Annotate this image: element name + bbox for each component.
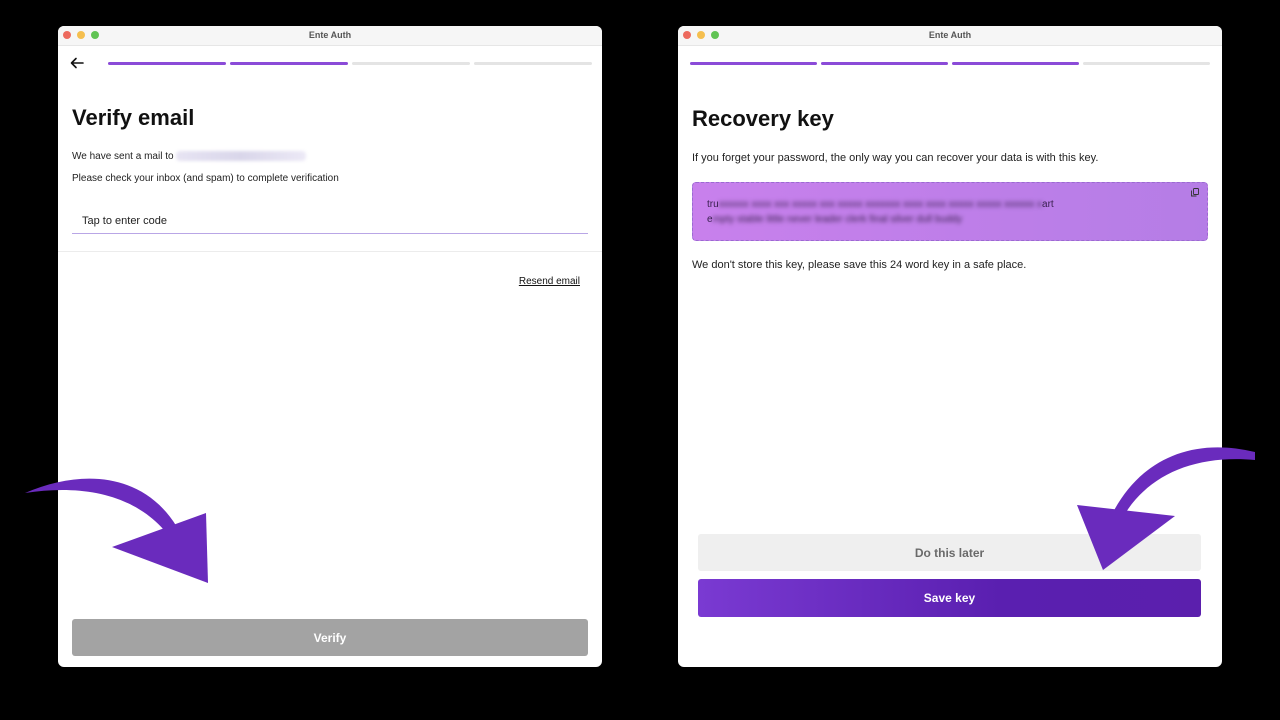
redacted-key-words-2: mpty stable little never leader clerk fi…	[712, 214, 963, 225]
sent-message: We have sent a mail to	[72, 151, 306, 162]
copy-icon[interactable]	[1191, 188, 1199, 197]
storage-note: We don't store this key, please save thi…	[692, 259, 1027, 271]
progress-step-3	[352, 62, 470, 65]
page-title: Recovery key	[692, 106, 834, 131]
progress-step-1	[108, 62, 226, 65]
redacted-email	[175, 151, 306, 162]
progress-step-1	[690, 62, 817, 65]
back-arrow-icon[interactable]	[70, 56, 84, 75]
recovery-description: If you forget your password, the only wa…	[692, 152, 1099, 164]
redacted-key-words: xxxxxx xxxx xxx xxxxx xxx xxxxx xxxxxxx …	[718, 199, 1043, 210]
progress-indicator	[690, 62, 1210, 65]
window-title: Ente Auth	[928, 30, 972, 40]
progress-step-4	[1083, 62, 1210, 65]
curved-arrow-icon	[1077, 447, 1255, 570]
divider	[58, 251, 602, 252]
instruction-text: Please check your inbox (and spam) to co…	[72, 173, 339, 184]
key-line1-start: tru	[707, 199, 719, 210]
key-line2-start: e	[707, 214, 713, 225]
title-bar: Ente Auth	[678, 26, 1222, 46]
page-title: Verify email	[72, 105, 195, 130]
progress-indicator	[108, 62, 592, 65]
window-title: Ente Auth	[308, 30, 352, 40]
save-key-button[interactable]: Save key	[698, 579, 1201, 617]
verify-button[interactable]: Verify	[72, 619, 588, 656]
progress-step-3	[952, 62, 1079, 65]
verification-code-input[interactable]	[72, 208, 588, 234]
progress-step-4	[474, 62, 592, 65]
curved-arrow-icon	[25, 478, 208, 583]
title-bar: Ente Auth	[58, 26, 602, 46]
recovery-key-text: truxxxxxx xxxx xxx xxxxx xxx xxxxx xxxxx…	[707, 197, 1187, 227]
progress-step-2	[821, 62, 948, 65]
sent-text: We have sent a mail to	[72, 151, 174, 162]
recovery-key-box[interactable]: truxxxxxx xxxx xxx xxxxx xxx xxxxx xxxxx…	[692, 182, 1208, 241]
key-line1-end: art	[1042, 199, 1054, 210]
progress-step-2	[230, 62, 348, 65]
resend-email-link[interactable]: Resend email	[519, 276, 580, 287]
